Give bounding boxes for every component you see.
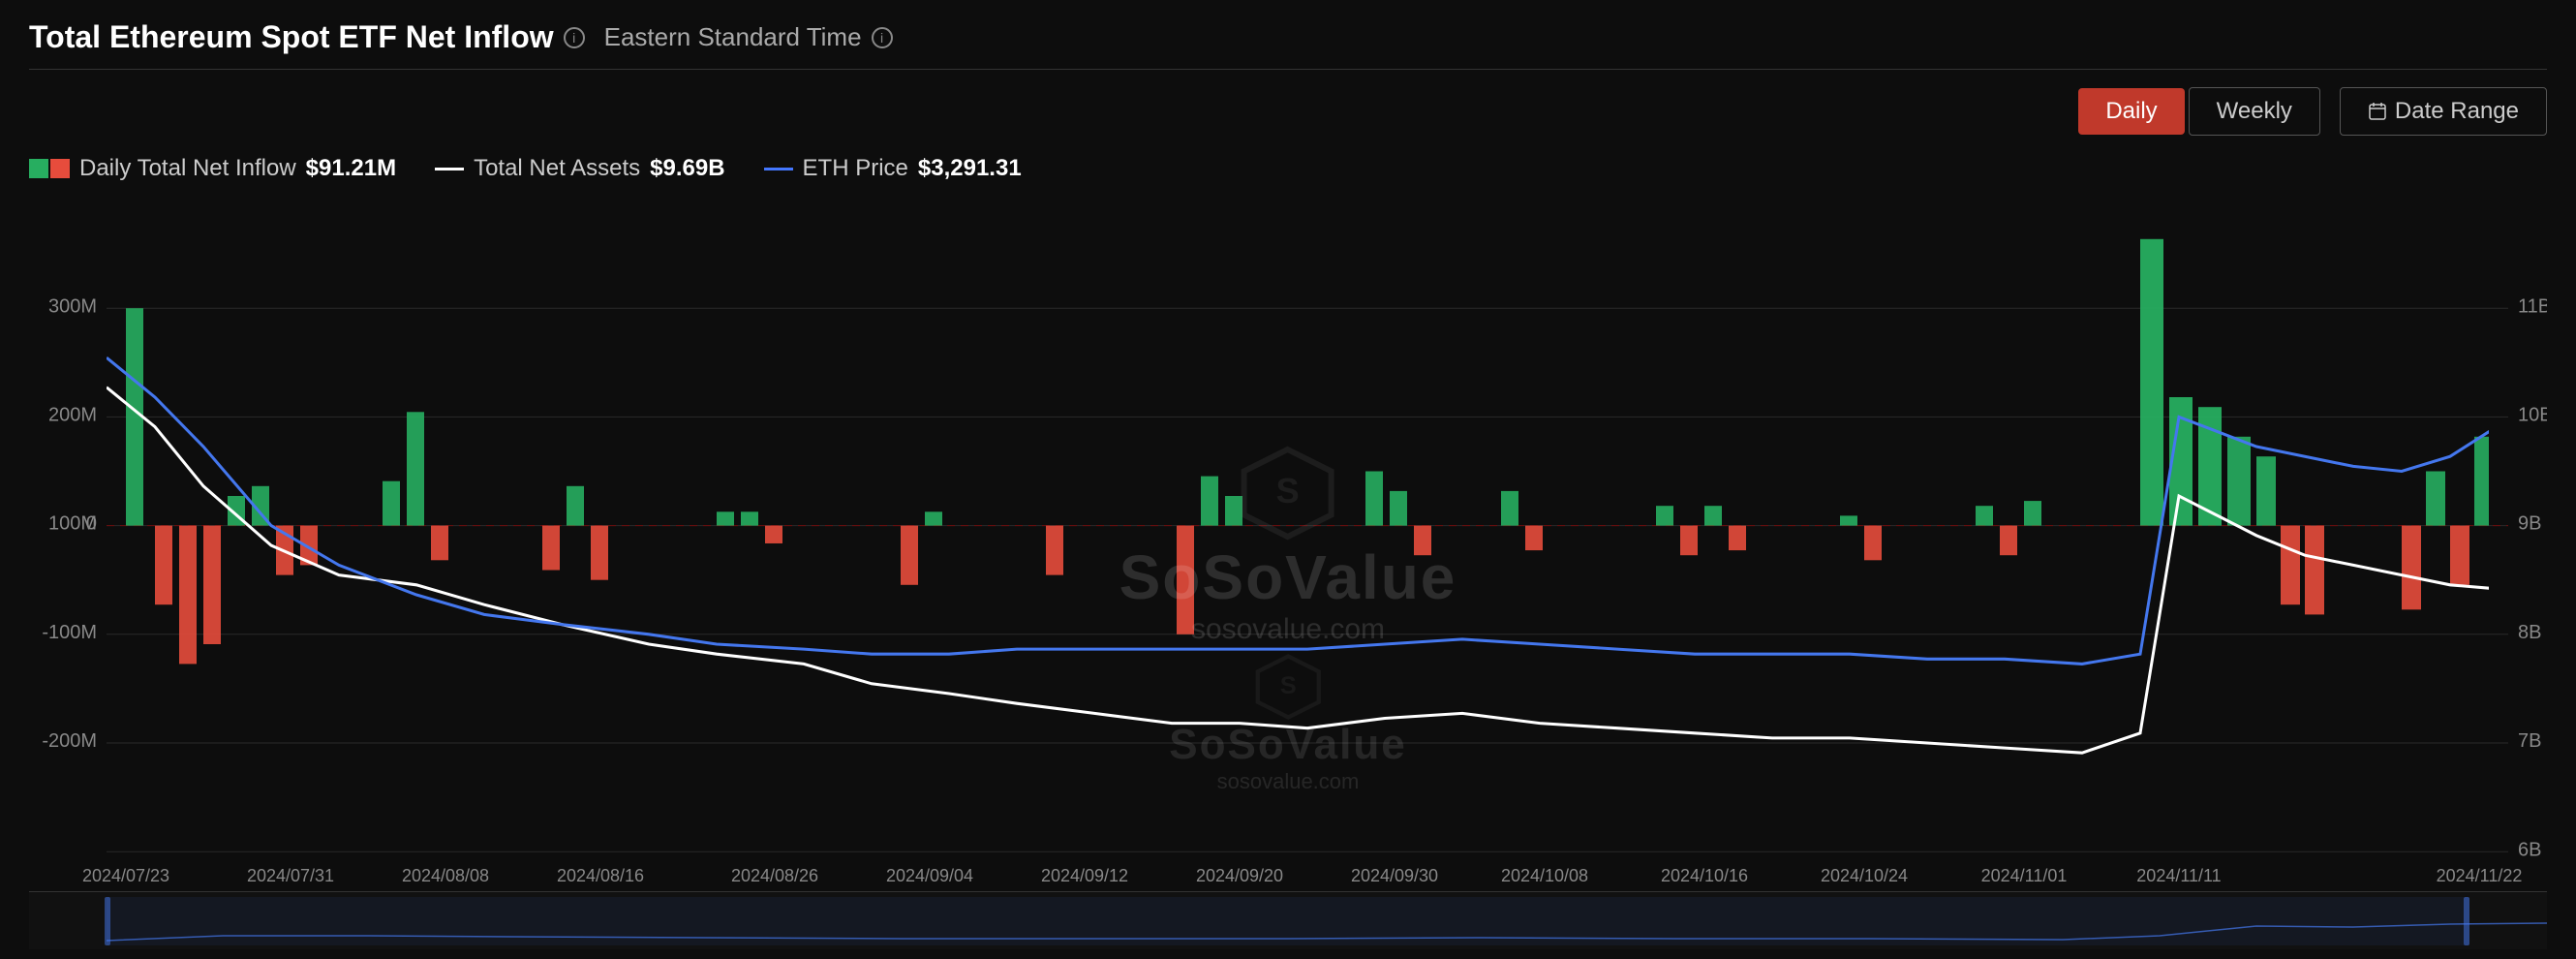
legend-white-line — [435, 168, 464, 170]
main-container: Total Ethereum Spot ETF Net Inflow i Eas… — [0, 0, 2576, 959]
controls-row: Daily Weekly Date Range — [29, 70, 2547, 145]
svg-text:-200M: -200M — [42, 730, 97, 752]
page-title: Total Ethereum Spot ETF Net Inflow — [29, 19, 554, 55]
legend-green-box — [29, 159, 48, 178]
date-range-label: Date Range — [2395, 98, 2519, 125]
svg-text:2024/11/01: 2024/11/01 — [1981, 866, 2068, 885]
inflow-label: Daily Total Net Inflow — [79, 155, 296, 182]
svg-text:2024/11/22: 2024/11/22 — [2437, 866, 2523, 885]
legend-red-box — [50, 159, 70, 178]
eth-value: $3,291.31 — [918, 155, 1022, 182]
weekly-button[interactable]: Weekly — [2189, 87, 2320, 136]
svg-text:2024/09/30: 2024/09/30 — [1351, 866, 1438, 885]
title-info-icon[interactable]: i — [564, 27, 585, 48]
minimap[interactable] — [29, 891, 2547, 949]
time-buttons: Daily Weekly — [2078, 87, 2320, 136]
svg-text:2024/08/16: 2024/08/16 — [557, 866, 644, 885]
svg-text:9B: 9B — [2518, 513, 2541, 535]
calendar-icon — [2368, 102, 2387, 121]
timezone-label: Eastern Standard Time — [604, 22, 862, 52]
svg-text:2024/10/24: 2024/10/24 — [1821, 866, 1908, 885]
svg-text:200M: 200M — [48, 404, 97, 425]
svg-text:11B: 11B — [2518, 295, 2547, 317]
legend-eth: ETH Price $3,291.31 — [764, 155, 1022, 182]
minimap-svg — [29, 892, 2547, 949]
svg-text:7B: 7B — [2518, 730, 2541, 752]
chart-area: 300M 200M 100M 0 -100M -200M 11B 10B 9B … — [29, 200, 2547, 891]
svg-text:2024/09/12: 2024/09/12 — [1041, 866, 1128, 885]
svg-text:2024/11/11: 2024/11/11 — [2136, 866, 2221, 885]
legend-inflow: Daily Total Net Inflow $91.21M — [29, 155, 396, 182]
assets-label: Total Net Assets — [474, 155, 640, 182]
svg-text:-100M: -100M — [42, 622, 97, 643]
svg-text:2024/08/08: 2024/08/08 — [402, 866, 489, 885]
legend-row: Daily Total Net Inflow $91.21M Total Net… — [29, 145, 2547, 196]
assets-value: $9.69B — [650, 155, 724, 182]
svg-text:6B: 6B — [2518, 839, 2541, 860]
svg-text:2024/07/23: 2024/07/23 — [82, 866, 169, 885]
timezone-info-icon[interactable]: i — [872, 27, 893, 48]
svg-text:10B: 10B — [2518, 404, 2547, 425]
svg-text:2024/08/26: 2024/08/26 — [731, 866, 818, 885]
legend-assets: Total Net Assets $9.69B — [435, 155, 724, 182]
inflow-value: $91.21M — [306, 155, 396, 182]
eth-label: ETH Price — [803, 155, 908, 182]
svg-text:300M: 300M — [48, 295, 97, 317]
svg-text:0: 0 — [86, 513, 97, 535]
legend-blue-line — [764, 168, 793, 170]
svg-text:2024/09/20: 2024/09/20 — [1196, 866, 1283, 885]
main-chart-svg: 300M 200M 100M 0 -100M -200M 11B 10B 9B … — [29, 200, 2547, 891]
svg-text:8B: 8B — [2518, 622, 2541, 643]
svg-text:2024/09/04: 2024/09/04 — [886, 866, 973, 885]
svg-text:2024/07/31: 2024/07/31 — [247, 866, 334, 885]
daily-button[interactable]: Daily — [2078, 88, 2184, 135]
header-row: Total Ethereum Spot ETF Net Inflow i Eas… — [29, 19, 2547, 70]
svg-text:2024/10/16: 2024/10/16 — [1661, 866, 1748, 885]
date-range-button[interactable]: Date Range — [2340, 87, 2547, 136]
svg-text:2024/10/08: 2024/10/08 — [1501, 866, 1588, 885]
title-area: Total Ethereum Spot ETF Net Inflow i Eas… — [29, 19, 893, 55]
